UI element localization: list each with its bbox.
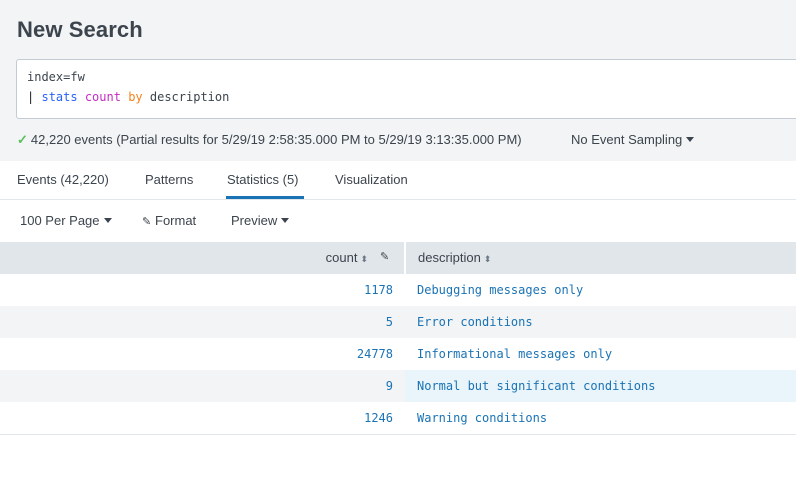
search-query-line-2: | stats count by description [27, 90, 229, 104]
column-divider[interactable] [404, 242, 406, 274]
table-row: 5 Error conditions [0, 306, 796, 338]
sort-icon: ⬍ [483, 253, 492, 264]
query-pipe: | [27, 90, 35, 104]
table-row: 1246 Warning conditions [0, 402, 796, 434]
page-title: New Search [17, 17, 143, 42]
cell-count[interactable]: 9 [386, 379, 393, 393]
cell-description[interactable]: Normal but significant conditions [417, 379, 655, 393]
results-tabs: Events (42,220) Patterns Statistics (5) … [0, 161, 796, 200]
check-icon: ✓ [17, 132, 28, 147]
tab-visualization[interactable]: Visualization [335, 172, 408, 187]
table-header: count ⬍ ✎ description ⬍ [0, 242, 796, 274]
table-bottom-border [0, 434, 796, 435]
search-header: New Search index=fw | stats count by des… [0, 0, 796, 161]
query-command: stats [41, 90, 78, 104]
table-row: 1178 Debugging messages only [0, 274, 796, 306]
cell-count[interactable]: 1178 [364, 283, 393, 297]
table-row: 24778 Informational messages only [0, 338, 796, 370]
caret-down-icon [281, 218, 290, 224]
active-tab-indicator [226, 196, 304, 199]
cell-description[interactable]: Error conditions [417, 315, 533, 329]
caret-down-icon [686, 137, 695, 143]
tab-patterns[interactable]: Patterns [145, 172, 193, 187]
column-header-label: description [418, 250, 481, 265]
cell-description[interactable]: Warning conditions [417, 411, 547, 425]
search-query-line-1: index=fw [27, 70, 85, 84]
event-sampling-label: No Event Sampling [571, 132, 683, 147]
event-count-status: 42,220 events (Partial results for 5/29/… [30, 132, 522, 147]
search-query-editor[interactable]: index=fw | stats count by description [16, 59, 796, 119]
column-header-count[interactable]: count ⬍ [326, 250, 368, 265]
cell-count[interactable]: 5 [386, 315, 393, 329]
format-label: Format [155, 213, 197, 228]
caret-down-icon [103, 218, 112, 224]
query-function: count [84, 90, 121, 104]
cell-count[interactable]: 1246 [364, 411, 393, 425]
column-header-label: count [325, 250, 358, 265]
query-field: description [149, 90, 230, 104]
sort-icon: ⬍ [360, 253, 368, 264]
preview-label: Preview [231, 213, 278, 228]
cell-description[interactable]: Debugging messages only [417, 283, 583, 297]
tab-statistics[interactable]: Statistics (5) [227, 172, 299, 187]
per-page-label: 100 Per Page [20, 213, 100, 228]
cell-description[interactable]: Informational messages only [417, 347, 612, 361]
per-page-dropdown[interactable]: 100 Per Page [20, 213, 112, 228]
job-status: ✓ 42,220 events (Partial results for 5/29… [17, 132, 522, 148]
preview-dropdown[interactable]: Preview [231, 213, 290, 228]
format-button[interactable]: ✎ Format [142, 213, 196, 228]
query-by-keyword: by [128, 90, 143, 104]
column-header-description[interactable]: description ⬍ [418, 250, 491, 265]
tab-events[interactable]: Events (42,220) [17, 172, 109, 187]
event-sampling-dropdown[interactable]: No Event Sampling [571, 132, 695, 147]
table-row: 9 Normal but significant conditions [0, 370, 796, 402]
pencil-icon: ✎ [142, 216, 152, 228]
brush-icon[interactable]: ✎ [380, 250, 389, 263]
cell-count[interactable]: 24778 [357, 347, 393, 361]
